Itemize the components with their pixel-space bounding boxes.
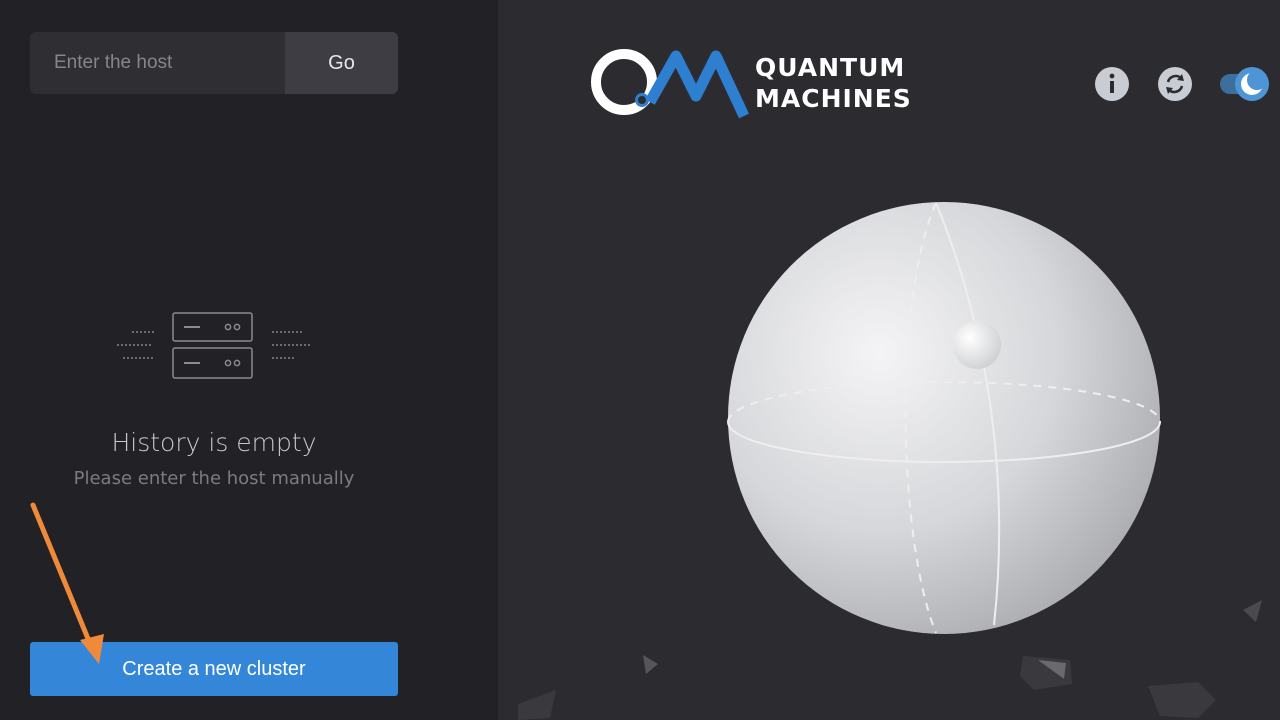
bloch-sphere-illustration bbox=[518, 202, 1262, 720]
main-panel: QUANTUM MACHINES bbox=[498, 0, 1280, 720]
host-search-bar: Go bbox=[30, 32, 398, 94]
host-input[interactable] bbox=[30, 32, 285, 94]
server-stack-icon bbox=[117, 312, 310, 379]
history-empty-subtitle: Please enter the host manually bbox=[73, 468, 355, 489]
history-empty-title: History is empty bbox=[111, 428, 317, 457]
sidebar: Go History is empty Please enter the hos… bbox=[0, 0, 498, 720]
create-cluster-button[interactable]: Create a new cluster bbox=[30, 642, 398, 696]
go-button[interactable]: Go bbox=[285, 32, 398, 94]
